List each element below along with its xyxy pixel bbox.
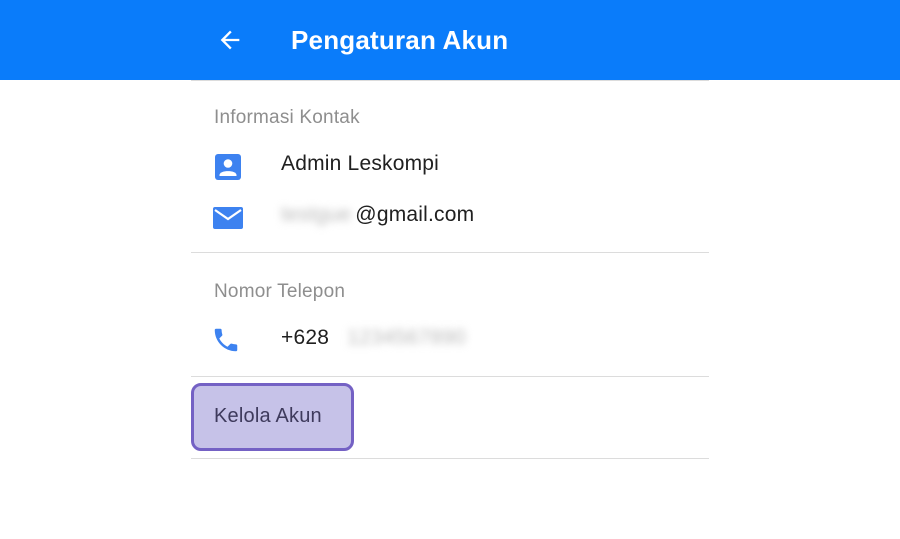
divider	[191, 80, 709, 81]
divider	[191, 252, 709, 253]
contact-name-row: Admin Leskompi	[191, 146, 709, 186]
back-button[interactable]	[212, 22, 248, 58]
account-box-icon	[215, 154, 241, 180]
email-blurred-part: testgue	[281, 203, 352, 226]
mail-icon	[213, 207, 243, 229]
contact-email: testgue @gmail.com	[281, 203, 474, 227]
phone-blurred-part: 1234567890	[347, 326, 466, 349]
email-domain: @gmail.com	[355, 203, 475, 226]
contact-name: Admin Leskompi	[281, 152, 440, 175]
divider	[191, 376, 709, 377]
phone-number: +628 1234567890	[281, 326, 470, 350]
manage-account-label: Kelola Akun	[214, 405, 322, 427]
phone-prefix: +628	[281, 326, 330, 349]
contact-email-row: testgue @gmail.com	[191, 197, 709, 237]
section-label-contact: Informasi Kontak	[214, 107, 360, 128]
divider	[191, 458, 709, 459]
section-label-phone: Nomor Telepon	[214, 281, 346, 302]
manage-account-button[interactable]: Kelola Akun	[191, 383, 354, 451]
page-title: Pengaturan Akun	[291, 25, 509, 55]
phone-icon	[214, 328, 238, 352]
settings-content: Informasi Kontak Admin Leskompi testgue @…	[191, 80, 709, 539]
app-bar: Pengaturan Akun	[0, 0, 900, 80]
phone-row: +628 1234567890	[191, 320, 709, 360]
arrow-left-icon	[220, 30, 240, 50]
